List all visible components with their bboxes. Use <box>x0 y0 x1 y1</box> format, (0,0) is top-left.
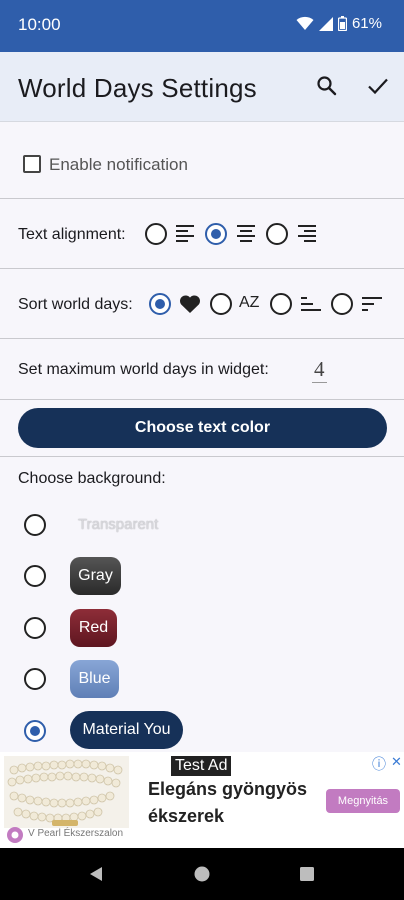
background-blue-option[interactable]: Blue <box>70 660 119 698</box>
ad-open-button[interactable]: Megnyitás <box>326 789 400 813</box>
align-center-icon <box>237 225 255 242</box>
text-alignment-label: Text alignment: <box>18 226 126 243</box>
sort-descending-icon <box>362 297 382 311</box>
choose-text-color-button[interactable]: Choose text color <box>18 408 387 448</box>
back-icon[interactable] <box>88 866 104 882</box>
align-right-radio[interactable] <box>266 223 288 245</box>
align-left-icon <box>176 225 194 242</box>
sort-date-asc-radio[interactable] <box>270 293 292 315</box>
app-bar: World Days Settings <box>0 52 404 122</box>
enable-notification-label[interactable]: Enable notification <box>49 155 188 175</box>
ad-test-tag: Test Ad <box>171 756 232 776</box>
text-alignment-section: Text alignment: <box>0 199 404 269</box>
ad-headline[interactable]: Elegáns gyöngyös ékszerek <box>148 776 318 830</box>
battery-level: 61% <box>351 15 382 32</box>
ad-close-icon[interactable]: ✕ <box>391 754 402 770</box>
advertiser-logo-icon <box>7 827 23 843</box>
max-days-section: Set maximum world days in widget: 4 <box>0 339 404 400</box>
recents-icon[interactable] <box>300 867 314 881</box>
signal-icon <box>318 16 333 31</box>
wifi-icon <box>296 16 314 30</box>
sort-date-desc-radio[interactable] <box>331 293 353 315</box>
battery-icon <box>337 16 347 31</box>
divider <box>0 456 404 457</box>
sort-ascending-icon <box>301 297 321 311</box>
enable-notification-checkbox[interactable] <box>23 155 41 173</box>
search-icon[interactable] <box>315 74 339 98</box>
background-gray-option[interactable]: Gray <box>70 557 121 595</box>
sort-alphabetical-icon: AZ <box>239 294 260 311</box>
background-gray-radio[interactable] <box>24 565 46 587</box>
sort-section: Sort world days: AZ <box>0 269 404 339</box>
align-center-radio[interactable] <box>205 223 227 245</box>
sort-alphabetical-radio[interactable] <box>210 293 232 315</box>
max-days-input[interactable]: 4 <box>312 357 327 383</box>
check-icon[interactable] <box>366 74 390 98</box>
system-navigation-bar <box>0 848 404 900</box>
status-bar: 10:00 61% <box>0 0 404 52</box>
background-material-you-radio[interactable] <box>24 720 46 742</box>
background-transparent-option[interactable]: Transparent <box>78 506 158 544</box>
ad-brand-name: V Pearl Ékszerszalon <box>28 828 124 839</box>
align-left-radio[interactable] <box>145 223 167 245</box>
sort-favorite-radio[interactable] <box>149 293 171 315</box>
choose-background-label: Choose background: <box>18 470 166 487</box>
home-icon[interactable] <box>194 866 210 882</box>
background-material-you-option[interactable]: Material You <box>70 711 183 749</box>
background-red-radio[interactable] <box>24 617 46 639</box>
background-red-option[interactable]: Red <box>70 609 117 647</box>
ad-info-icon[interactable]: ⓘ <box>372 754 386 774</box>
notification-section: Enable notification <box>0 122 404 199</box>
status-icons: 61% <box>296 15 382 32</box>
heart-icon <box>180 295 200 313</box>
max-days-label: Set maximum world days in widget: <box>18 361 269 378</box>
background-transparent-radio[interactable] <box>24 514 46 536</box>
sort-label: Sort world days: <box>18 296 133 313</box>
align-right-icon <box>298 225 316 242</box>
status-time: 10:00 <box>18 15 61 34</box>
page-title: World Days Settings <box>18 73 257 103</box>
background-blue-radio[interactable] <box>24 668 46 690</box>
pearl-necklace-image <box>4 756 129 828</box>
